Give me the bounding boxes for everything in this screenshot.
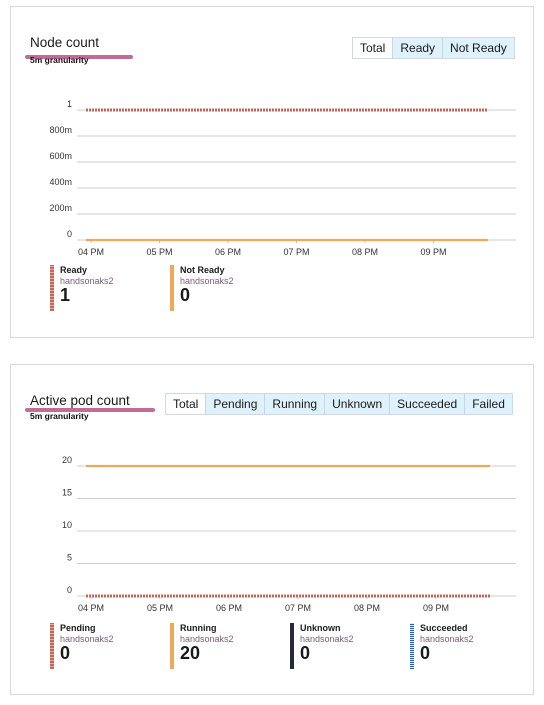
legend-name: Unknown: [300, 623, 341, 633]
legend-swatch: [50, 265, 54, 311]
x-tick-label: 08 PM: [354, 603, 380, 613]
legend-value: 20: [180, 643, 201, 663]
series-line-pending: [86, 594, 490, 598]
legend-name: Not Ready: [180, 265, 225, 275]
node-count-panel: Node count 5m granularity Total Ready No…: [10, 6, 534, 338]
y-tick-label: 0: [67, 585, 72, 595]
legend-name: Succeeded: [420, 623, 468, 633]
x-tick-label: 06 PM: [215, 247, 241, 257]
y-tick-label: 800m: [49, 125, 72, 135]
pod-count-panel: Active pod count 5m granularity Total Pe…: [10, 364, 534, 695]
x-tick-label: 09 PM: [420, 247, 446, 257]
legend-swatch: [170, 265, 174, 311]
legend-value: 0: [300, 643, 311, 663]
y-tick-label: 600m: [49, 151, 72, 161]
x-tick-label: 07 PM: [285, 603, 311, 613]
x-tick-label: 06 PM: [216, 603, 242, 613]
legend-value: 0: [180, 285, 191, 305]
legend-value: 0: [60, 643, 71, 663]
x-tick-label: 07 PM: [283, 247, 309, 257]
pod-count-chart: 20 15 10 5 0 04 PM 05 PM 06 PM 07 PM 08 PM 09 PM: [62, 455, 516, 613]
legend-value: 1: [60, 285, 71, 305]
series-line-ready: [86, 108, 488, 112]
y-tick-label: 1: [67, 99, 72, 109]
x-tick-label: 08 PM: [352, 247, 378, 257]
y-tick-label: 20: [62, 455, 72, 465]
legend-swatch: [410, 623, 414, 669]
y-tick-label: 0: [67, 229, 72, 239]
legend-name: Pending: [60, 623, 96, 633]
x-tick-label: 04 PM: [78, 603, 104, 613]
y-tick-label: 10: [62, 520, 72, 530]
legend-swatch: [290, 623, 294, 669]
legend-name: Running: [180, 623, 217, 633]
legend-value: 0: [420, 643, 431, 663]
y-tick-label: 15: [62, 488, 72, 498]
legend-name: Ready: [60, 265, 88, 275]
legend-swatch: [170, 623, 174, 669]
node-count-chart: 1 800m 600m 400m 200m 0 04 PM 05 PM 06 PM 07 PM 08…: [49, 99, 516, 257]
x-tick-label: 05 PM: [146, 247, 172, 257]
x-tick-label: 09 PM: [423, 603, 449, 613]
x-tick-label: 04 PM: [78, 247, 104, 257]
legend-swatch: [50, 623, 54, 669]
y-tick-label: 5: [67, 553, 72, 563]
x-tick-label: 05 PM: [147, 603, 173, 613]
y-tick-label: 200m: [49, 203, 72, 213]
y-tick-label: 400m: [49, 177, 72, 187]
